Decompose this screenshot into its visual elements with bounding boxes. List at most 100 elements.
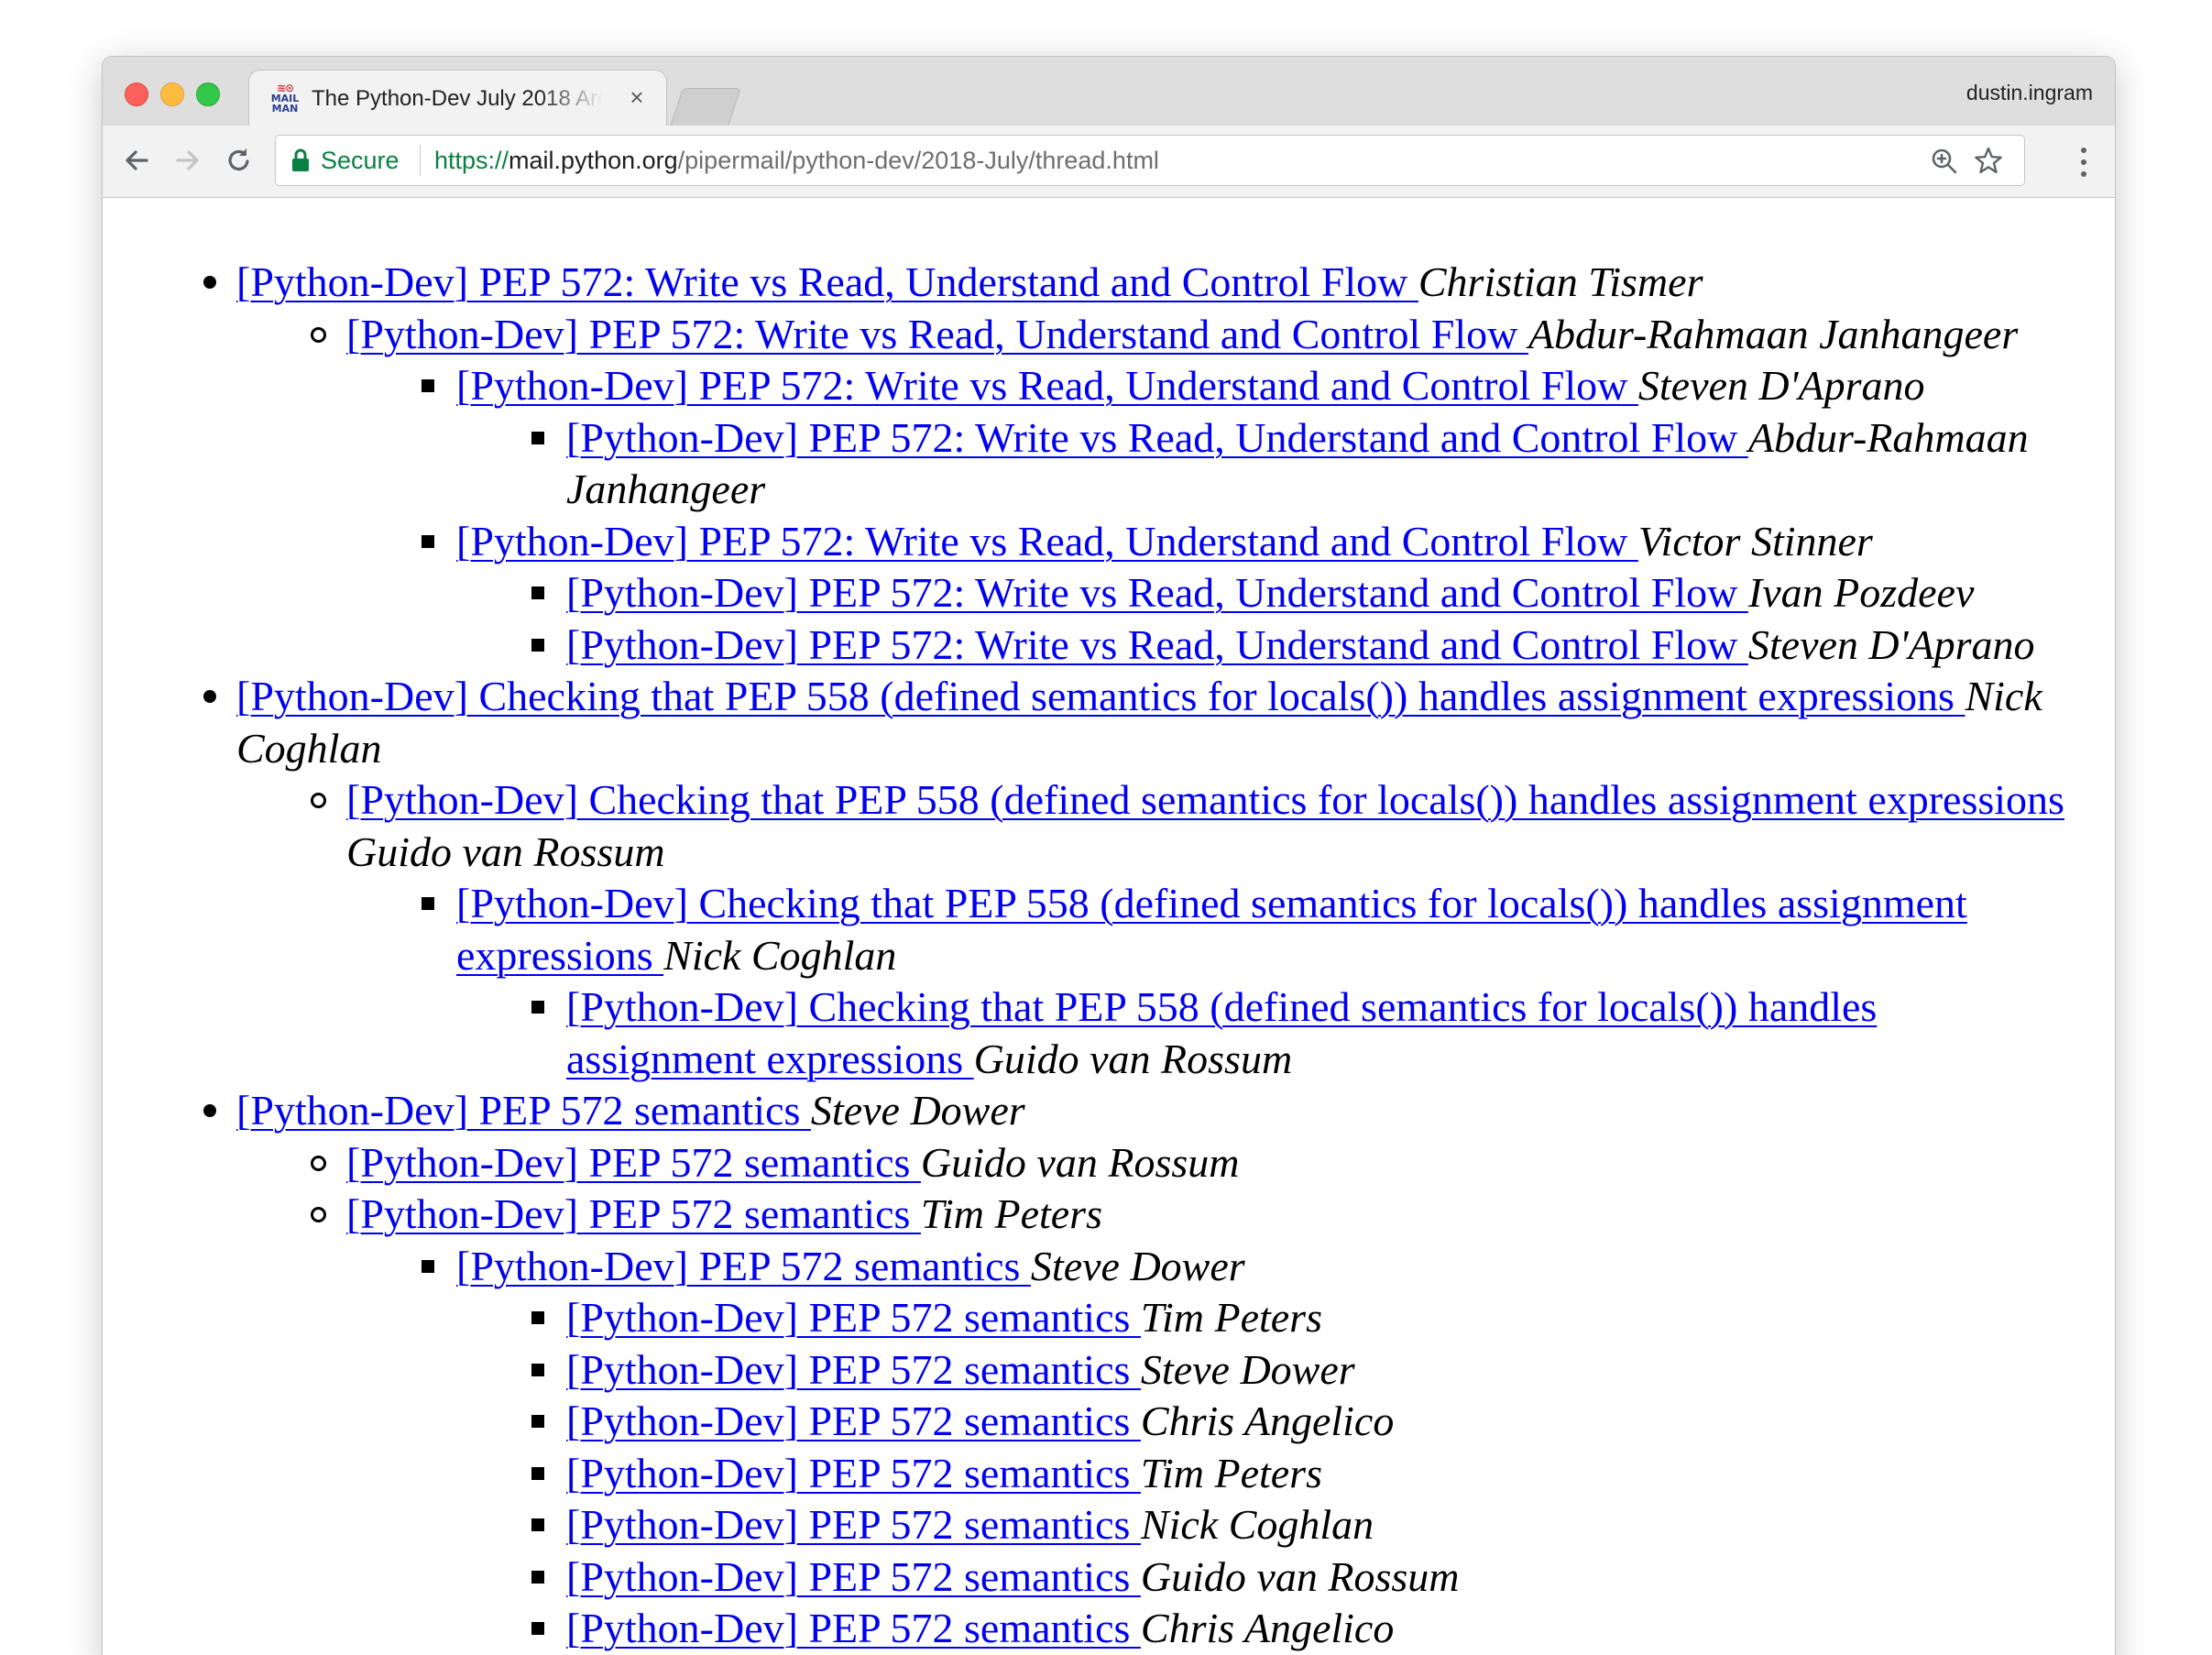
arrow-right-icon [176,150,199,170]
thread-author: Nick Coghlan [1140,1501,1374,1548]
thread-replies: [Python-Dev] PEP 572 semantics Guido van… [311,1137,2069,1655]
tab-active[interactable]: ≋⊙ MAIL MAN The Python-Dev July 2018 Arc… [249,71,666,126]
thread-item: [Python-Dev] PEP 572: Write vs Read, Und… [203,257,2069,672]
thread-author: Tim Peters [1140,1449,1322,1496]
thread-item: [Python-Dev] PEP 572 semantics Nick Cogh… [531,1499,2069,1551]
thread-replies: [Python-Dev] PEP 572: Write vs Read, Und… [422,360,2069,672]
thread-link[interactable]: [Python-Dev] PEP 572 semantics [566,1450,1141,1496]
thread-item: [Python-Dev] PEP 572: Write vs Read, Und… [531,619,2069,672]
thread-replies: [Python-Dev] Checking that PEP 558 (defi… [531,981,2069,1085]
thread-author: Steven D'Aprano [1637,362,1925,409]
url-text[interactable]: https://mail.python.org/pipermail/python… [434,147,1159,174]
url-host: mail.python.org [509,147,678,174]
window-zoom-button[interactable] [196,82,220,106]
back-button[interactable] [118,142,155,179]
tab-close-icon[interactable]: × [625,85,649,109]
tab-title: The Python-Dev July 2018 Archive by thre… [312,86,603,111]
thread-item: [Python-Dev] PEP 572 semantics Tim Peter… [531,1292,2069,1344]
thread-author: Christian Tismer [1418,258,1703,305]
thread-author: Chris Angelico [1140,1397,1395,1444]
thread-item: [Python-Dev] PEP 572 semantics Chris Ang… [531,1396,2069,1448]
thread-link[interactable]: [Python-Dev] PEP 572: Write vs Read, Und… [456,362,1638,409]
reload-icon [228,148,249,171]
thread-author: Tim Peters [1140,1294,1322,1341]
thread-list-root: [Python-Dev] PEP 572: Write vs Read, Und… [203,257,2069,1655]
thread-item: [Python-Dev] PEP 572 semantics Steve Dow… [203,1085,2069,1655]
reload-button[interactable] [221,142,257,179]
thread-replies: [Python-Dev] PEP 572 semantics Steve Dow… [422,1241,2069,1655]
thread-link[interactable]: [Python-Dev] PEP 572: Write vs Read, Und… [346,311,1528,357]
window-close-button[interactable] [125,82,148,106]
thread-author: Steve Dower [810,1087,1025,1134]
thread-replies: [Python-Dev] PEP 572 semantics Tim Peter… [531,1292,2069,1655]
thread-replies: [Python-Dev] PEP 572: Write vs Read, Und… [311,309,2069,672]
thread-item: [Python-Dev] PEP 572: Write vs Read, Und… [422,360,2069,516]
secure-label[interactable]: Secure [321,147,400,174]
vertical-dots-menu-icon[interactable] [2078,146,2089,179]
thread-author: Steve Dower [1030,1242,1245,1289]
url-scheme: https:// [434,147,509,174]
lock-icon[interactable] [290,148,311,172]
thread-author: Guido van Rossum [346,828,665,875]
thread-item: [Python-Dev] PEP 572 semantics Guido van… [531,1551,2069,1604]
thread-link[interactable]: [Python-Dev] PEP 572 semantics [346,1190,921,1237]
thread-replies: [Python-Dev] Checking that PEP 558 (defi… [422,878,2069,1085]
thread-author: Nick Coghlan [663,931,897,979]
thread-item: [Python-Dev] PEP 572: Write vs Read, Und… [531,567,2069,619]
thread-item: [Python-Dev] Checking that PEP 558 (defi… [531,981,2069,1085]
toolbar: Secure https://mail.python.org/pipermail… [103,126,2115,198]
thread-replies: [Python-Dev] PEP 572: Write vs Read, Und… [531,567,2069,672]
thread-link[interactable]: [Python-Dev] Checking that PEP 558 (defi… [236,673,1965,719]
star-icon[interactable] [1974,146,2003,175]
thread-author: Abdur-Rahmaan Janhangeer [1528,310,2019,357]
thread-item: [Python-Dev] PEP 572: Write vs Read, Und… [311,309,2069,672]
thread-link[interactable]: [Python-Dev] PEP 572 semantics [566,1501,1141,1548]
thread-author: Steven D'Aprano [1747,620,2035,668]
thread-author: Tim Peters [920,1190,1102,1237]
thread-item: [Python-Dev] Checking that PEP 558 (defi… [311,774,2069,1085]
thread-link[interactable]: [Python-Dev] PEP 572 semantics [566,1346,1141,1393]
thread-item: [Python-Dev] Checking that PEP 558 (defi… [422,878,2069,1085]
profile-name[interactable]: dustin.ingram [1966,80,2093,105]
thread-author: Guido van Rossum [973,1035,1293,1082]
thread-author: Ivan Pozdeev [1747,569,1975,616]
thread-link[interactable]: [Python-Dev] PEP 572: Write vs Read, Und… [566,569,1748,616]
thread-link[interactable]: [Python-Dev] PEP 572 semantics [566,1605,1141,1651]
favicon-bot-text: MAN [271,103,299,115]
thread-author: Chris Angelico [1140,1605,1395,1651]
thread-replies: [Python-Dev] PEP 572: Write vs Read, Und… [531,412,2069,516]
thread-author: Guido van Rossum [920,1138,1240,1186]
thread-link[interactable]: [Python-Dev] PEP 572 semantics [456,1243,1031,1289]
thread-item: [Python-Dev] PEP 572 semantics Chris Ang… [531,1603,2069,1655]
thread-author: Guido van Rossum [1140,1552,1460,1600]
mailman-favicon-icon: ≋⊙ MAIL MAN [269,82,301,115]
thread-link[interactable]: [Python-Dev] PEP 572 semantics [566,1294,1141,1341]
thread-item: [Python-Dev] PEP 572: Write vs Read, Und… [531,412,2069,516]
forward-button[interactable] [170,142,206,179]
magnifier-zoom-icon[interactable] [1931,148,1958,175]
thread-author: Victor Stinner [1637,517,1873,564]
browser-window: ≋⊙ MAIL MAN The Python-Dev July 2018 Arc… [103,57,2115,1655]
page-content: [Python-Dev] PEP 572: Write vs Read, Und… [103,198,2115,1655]
thread-link[interactable]: [Python-Dev] PEP 572 semantics [566,1397,1141,1444]
thread-link[interactable]: [Python-Dev] PEP 572 semantics [566,1553,1141,1600]
arrow-left-icon [126,150,148,170]
new-tab-button[interactable] [670,88,741,126]
thread-link[interactable]: [Python-Dev] PEP 572: Write vs Read, Und… [566,621,1748,668]
address-bar[interactable]: Secure https://mail.python.org/pipermail… [275,135,2025,186]
thread-link[interactable]: [Python-Dev] PEP 572: Write vs Read, Und… [236,258,1418,305]
thread-link[interactable]: [Python-Dev] Checking that PEP 558 (defi… [346,776,2064,823]
thread-item: [Python-Dev] PEP 572 semantics Steve Dow… [531,1344,2069,1397]
thread-link[interactable]: [Python-Dev] PEP 572: Write vs Read, Und… [566,414,1748,461]
omnibox-divider [420,145,421,176]
thread-author: Steve Dower [1140,1345,1355,1393]
thread-item: [Python-Dev] PEP 572 semantics Steve Dow… [422,1241,2069,1655]
thread-link[interactable]: [Python-Dev] PEP 572 semantics [346,1139,921,1186]
thread-item: [Python-Dev] Checking that PEP 558 (defi… [203,671,2069,1085]
url-path: /pipermail/python-dev/2018-July/thread.h… [677,147,1159,174]
window-minimize-button[interactable] [160,82,184,106]
thread-item: [Python-Dev] PEP 572 semantics Tim Peter… [311,1189,2069,1655]
thread-link[interactable]: [Python-Dev] PEP 572: Write vs Read, Und… [456,518,1638,564]
thread-item: [Python-Dev] PEP 572: Write vs Read, Und… [422,516,2069,672]
thread-link[interactable]: [Python-Dev] PEP 572 semantics [236,1087,811,1134]
